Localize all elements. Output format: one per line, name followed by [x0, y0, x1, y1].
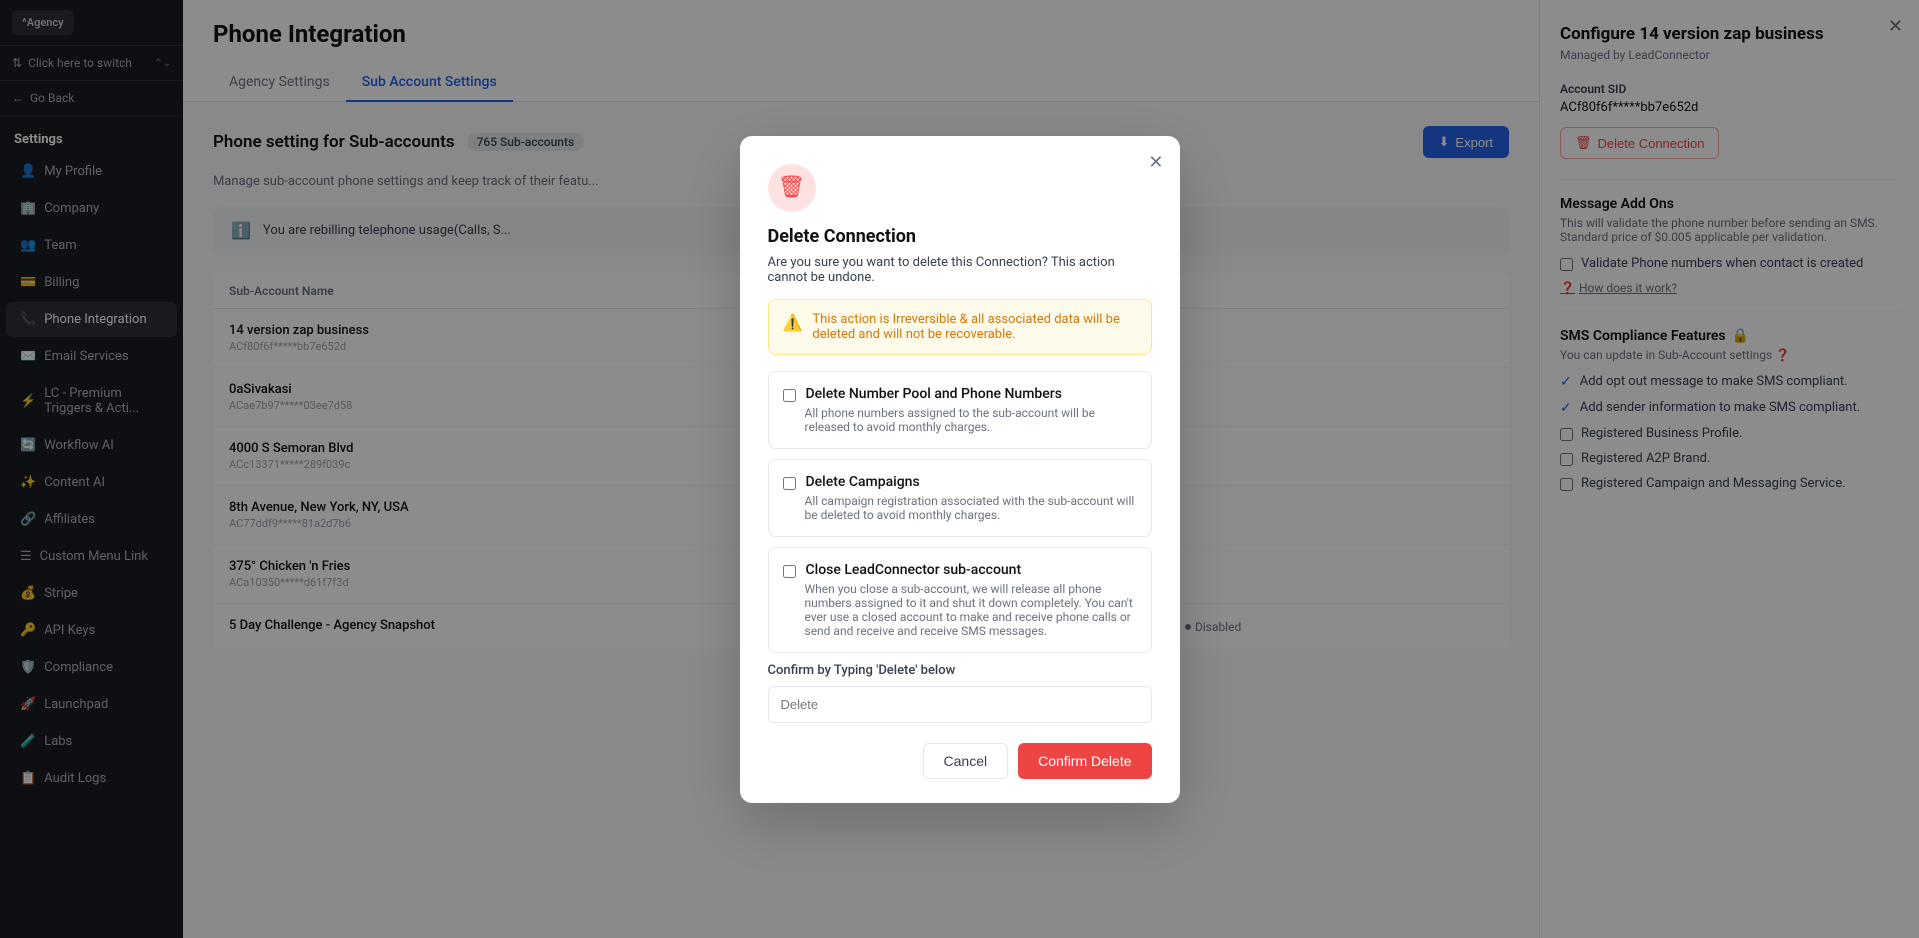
modal-title: Delete Connection: [768, 226, 1152, 247]
trash-modal-icon: 🗑: [778, 175, 806, 200]
option-desc: All campaign registration associated wit…: [783, 494, 1137, 522]
modal-overlay[interactable]: ✕ 🗑 Delete Connection Are you sure you w…: [0, 0, 1919, 938]
option-desc: All phone numbers assigned to the sub-ac…: [783, 406, 1137, 434]
delete-connection-modal: ✕ 🗑 Delete Connection Are you sure you w…: [740, 136, 1180, 803]
option-desc: When you close a sub-account, we will re…: [783, 582, 1137, 638]
option-title: Delete Campaigns: [806, 474, 920, 490]
modal-desc: Are you sure you want to delete this Con…: [768, 255, 1152, 285]
option-header: Delete Campaigns: [783, 474, 1137, 490]
modal-close-button[interactable]: ✕: [1148, 152, 1163, 173]
option-delete-campaigns: Delete Campaigns All campaign registrati…: [768, 459, 1152, 537]
option-title: Delete Number Pool and Phone Numbers: [806, 386, 1062, 402]
close-subaccount-checkbox[interactable]: [783, 565, 796, 578]
option-header: Close LeadConnector sub-account: [783, 562, 1137, 578]
warning-icon: ⚠️: [783, 313, 803, 332]
confirm-label: Confirm by Typing 'Delete' below: [768, 663, 1152, 678]
warning-text: This action is Irreversible & all associ…: [812, 312, 1136, 342]
option-title: Close LeadConnector sub-account: [806, 562, 1022, 578]
modal-icon-wrapper: 🗑: [768, 164, 816, 212]
cancel-button[interactable]: Cancel: [923, 743, 1009, 779]
confirm-delete-input[interactable]: [768, 686, 1152, 723]
delete-campaigns-checkbox[interactable]: [783, 477, 796, 490]
option-header: Delete Number Pool and Phone Numbers: [783, 386, 1137, 402]
option-close-subaccount: Close LeadConnector sub-account When you…: [768, 547, 1152, 653]
modal-footer: Cancel Confirm Delete: [768, 743, 1152, 779]
option-delete-numbers: Delete Number Pool and Phone Numbers All…: [768, 371, 1152, 449]
warning-box: ⚠️ This action is Irreversible & all ass…: [768, 299, 1152, 355]
delete-numbers-checkbox[interactable]: [783, 389, 796, 402]
confirm-delete-button[interactable]: Confirm Delete: [1018, 743, 1151, 779]
